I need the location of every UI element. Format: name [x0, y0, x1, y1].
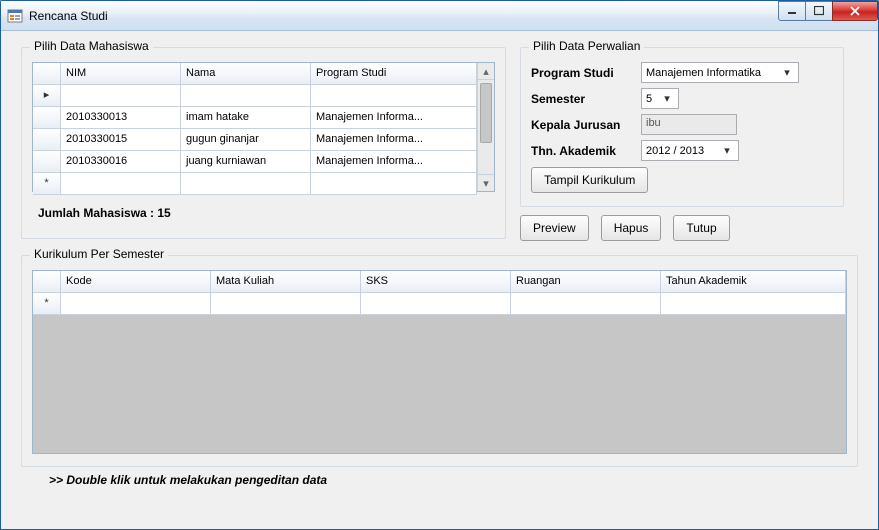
count-label: Jumlah Mahasiswa : 15: [32, 206, 495, 220]
cell-nama[interactable]: raden argo: [181, 85, 311, 107]
minimize-button[interactable]: [778, 1, 806, 21]
combo-tahun[interactable]: 2012 / 2013 ▾: [641, 140, 739, 161]
datagrid-header-row: NIM Nama Program Studi: [33, 63, 477, 85]
table-row[interactable]: 2010330013 imam hatake Manajemen Informa…: [33, 107, 477, 129]
datagrid-header-row: Kode Mata Kuliah SKS Ruangan Tahun Akade…: [33, 271, 846, 293]
col-header-mk[interactable]: Mata Kuliah: [211, 271, 361, 293]
col-header-nama[interactable]: Nama: [181, 63, 311, 85]
scroll-down-icon[interactable]: ▾: [478, 174, 494, 191]
combo-semester-value: 5: [646, 93, 652, 105]
row-indicator-icon: ▸: [33, 85, 61, 107]
col-header-tahun[interactable]: Tahun Akademik: [661, 271, 846, 293]
grid-empty-area: [33, 315, 846, 453]
label-tahun: Thn. Akademik: [531, 144, 641, 158]
col-header-sks[interactable]: SKS: [361, 271, 511, 293]
cell-nim[interactable]: 2010330013: [61, 107, 181, 129]
hint-text: >> Double klik untuk melakukan pengedita…: [21, 473, 858, 487]
field-kajur: ibu: [641, 114, 737, 135]
groupbox-perwalian: Pilih Data Perwalian Program Studi Manaj…: [520, 47, 844, 207]
label-prodi: Program Studi: [531, 66, 641, 80]
label-semester: Semester: [531, 92, 641, 106]
combo-prodi-value: Manajemen Informatika: [646, 67, 761, 79]
table-row[interactable]: 2010330016 juang kurniawan Manajemen Inf…: [33, 151, 477, 173]
col-header-nim[interactable]: NIM: [61, 63, 181, 85]
scroll-up-icon[interactable]: ▴: [478, 63, 494, 80]
cell-nim[interactable]: 2010330015: [61, 129, 181, 151]
maximize-button[interactable]: [805, 1, 833, 21]
cell-nama[interactable]: imam hatake: [181, 107, 311, 129]
hapus-button[interactable]: Hapus: [601, 215, 662, 241]
client-area: Pilih Data Mahasiswa NIM Nama Program St…: [1, 31, 878, 529]
legend-mahasiswa: Pilih Data Mahasiswa: [30, 39, 153, 53]
cell-prodi[interactable]: Manajemen Informa...: [311, 85, 477, 107]
table-row[interactable]: ▸ 2010330012 raden argo Manajemen Inform…: [33, 85, 477, 107]
preview-button[interactable]: Preview: [520, 215, 589, 241]
tampil-kurikulum-button[interactable]: Tampil Kurikulum: [531, 167, 648, 193]
window-title: Rencana Studi: [29, 9, 108, 23]
tutup-button[interactable]: Tutup: [673, 215, 729, 241]
cell-nama[interactable]: juang kurniawan: [181, 151, 311, 173]
cell-prodi[interactable]: Manajemen Informa...: [311, 107, 477, 129]
corner-cell: [33, 271, 61, 293]
new-row-icon: *: [33, 293, 61, 315]
col-header-ruangan[interactable]: Ruangan: [511, 271, 661, 293]
chevron-down-icon: ▾: [660, 92, 674, 105]
combo-semester[interactable]: 5 ▾: [641, 88, 679, 109]
legend-perwalian: Pilih Data Perwalian: [529, 39, 644, 53]
cell-prodi[interactable]: Manajemen Informa...: [311, 129, 477, 151]
col-header-prodi[interactable]: Program Studi: [311, 63, 477, 85]
new-row[interactable]: *: [33, 173, 477, 195]
combo-prodi[interactable]: Manajemen Informatika ▾: [641, 62, 799, 83]
corner-cell: [33, 63, 61, 85]
window-frame: Rencana Studi Pilih Data Mahasiswa: [0, 0, 879, 530]
chevron-down-icon: ▾: [780, 66, 794, 79]
close-button[interactable]: [832, 1, 878, 21]
datagrid-kurikulum[interactable]: Kode Mata Kuliah SKS Ruangan Tahun Akade…: [32, 270, 847, 454]
legend-kurikulum: Kurikulum Per Semester: [30, 247, 168, 261]
new-row[interactable]: *: [33, 293, 846, 315]
cell-prodi[interactable]: Manajemen Informa...: [311, 151, 477, 173]
combo-tahun-value: 2012 / 2013: [646, 145, 704, 157]
col-header-kode[interactable]: Kode: [61, 271, 211, 293]
cell-nim[interactable]: 2010330012: [61, 85, 181, 107]
app-icon: [7, 8, 23, 24]
vertical-scrollbar[interactable]: ▴ ▾: [477, 63, 494, 191]
scroll-thumb[interactable]: [480, 83, 492, 143]
new-row-icon: *: [33, 173, 61, 195]
cell-nim[interactable]: 2010330016: [61, 151, 181, 173]
datagrid-mahasiswa[interactable]: NIM Nama Program Studi ▸ 2010330012 rade…: [32, 62, 495, 192]
groupbox-mahasiswa: Pilih Data Mahasiswa NIM Nama Program St…: [21, 47, 506, 239]
chevron-down-icon: ▾: [720, 144, 734, 157]
titlebar[interactable]: Rencana Studi: [1, 1, 878, 31]
label-kajur: Kepala Jurusan: [531, 118, 641, 132]
cell-nama[interactable]: gugun ginanjar: [181, 129, 311, 151]
table-row[interactable]: 2010330015 gugun ginanjar Manajemen Info…: [33, 129, 477, 151]
groupbox-kurikulum: Kurikulum Per Semester Kode Mata Kuliah …: [21, 255, 858, 467]
